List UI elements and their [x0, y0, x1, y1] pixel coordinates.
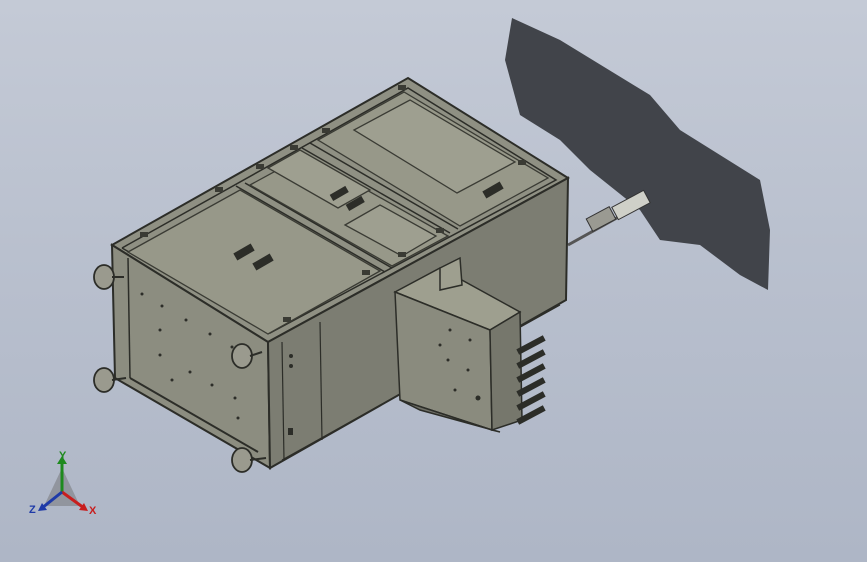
foot-back-left [93, 264, 115, 290]
foot-front-right [231, 447, 253, 473]
x-axis-label: X [89, 505, 97, 517]
coordinate-triad: Y X Z [28, 448, 108, 524]
model-scene[interactable] [0, 0, 867, 562]
foot-back-right [231, 343, 253, 369]
antenna-boom [567, 189, 651, 247]
graphics-viewport[interactable]: Y X Z [0, 0, 867, 562]
y-axis-label: Y [59, 450, 67, 462]
foot-front-left [93, 367, 115, 393]
z-axis-label: Z [29, 504, 36, 516]
